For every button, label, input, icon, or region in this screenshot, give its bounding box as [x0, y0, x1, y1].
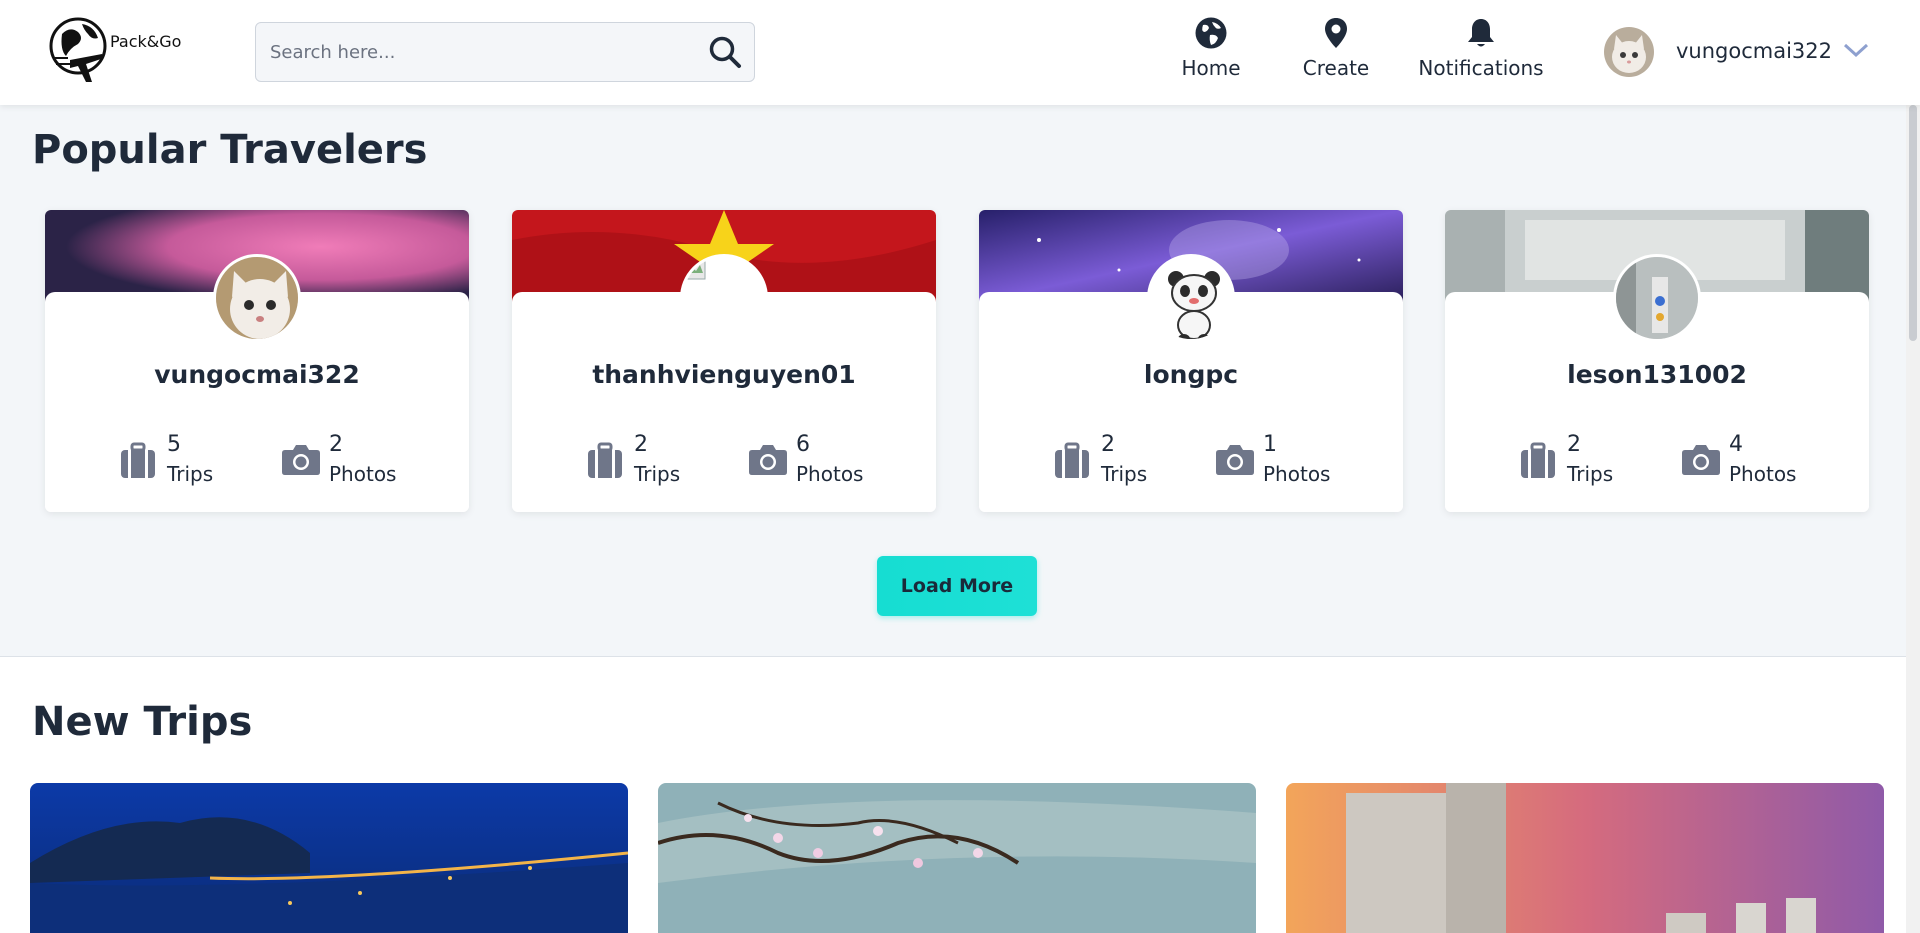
- globe-plane-logo-icon: [49, 17, 107, 82]
- trip-card[interactable]: [658, 783, 1256, 933]
- photos-label: Photos: [1263, 462, 1331, 486]
- photos-count: 6: [796, 432, 810, 457]
- trips-label: Trips: [1567, 462, 1614, 486]
- photos-count: 4: [1729, 432, 1743, 457]
- camera-icon: [749, 445, 787, 475]
- photos-label: Photos: [1729, 462, 1797, 486]
- section-title-new-trips: New Trips: [32, 699, 253, 745]
- top-navbar: Pack&Go Home Create Notifications: [0, 0, 1920, 105]
- trip-image: [1286, 783, 1884, 933]
- suitcase-icon: [1521, 442, 1555, 478]
- trips-stat: 2 Trips: [1053, 432, 1173, 492]
- user-menu[interactable]: vungocmai322: [1600, 25, 1900, 79]
- trips-label: Trips: [634, 462, 681, 486]
- new-trips-section: New Trips: [0, 657, 1920, 933]
- nav-home[interactable]: Home: [1172, 16, 1250, 90]
- camera-icon: [1682, 445, 1720, 475]
- nav-notifications[interactable]: Notifications: [1416, 16, 1546, 90]
- nav-create-label: Create: [1302, 56, 1370, 80]
- traveler-name: leson131002: [1567, 360, 1747, 389]
- username: vungocmai322: [1676, 39, 1833, 63]
- suitcase-icon: [588, 442, 622, 478]
- map-pin-icon: [1325, 18, 1347, 48]
- popular-travelers-section: Popular Travelers vungocmai322 5 Trips 2…: [0, 105, 1920, 657]
- trips-stat: 2 Trips: [1519, 432, 1639, 492]
- search-box: [255, 22, 755, 82]
- avatar: [1613, 254, 1701, 342]
- photos-stat: 4 Photos: [1681, 432, 1821, 492]
- avatar: [213, 254, 301, 342]
- load-more-button[interactable]: Load More: [877, 556, 1037, 616]
- photos-count: 1: [1263, 432, 1277, 457]
- traveler-card[interactable]: thanhvienguyen01 2 Trips 6 Photos: [512, 210, 936, 512]
- trips-label: Trips: [1101, 462, 1148, 486]
- trips-count: 2: [1101, 432, 1115, 457]
- photos-stat: 1 Photos: [1215, 432, 1355, 492]
- camera-icon: [282, 445, 320, 475]
- cat-avatar-icon: [1604, 27, 1654, 77]
- search-icon[interactable]: [708, 35, 742, 69]
- trips-stat: 5 Trips: [119, 432, 239, 492]
- photos-stat: 2 Photos: [281, 432, 421, 492]
- avatar: [680, 254, 768, 342]
- nav-create[interactable]: Create: [1296, 16, 1376, 90]
- trip-image: [30, 783, 628, 933]
- nav-notifications-label: Notifications: [1418, 56, 1544, 80]
- photos-count: 2: [329, 432, 343, 457]
- traveler-card[interactable]: vungocmai322 5 Trips 2 Photos: [45, 210, 469, 512]
- nav-home-label: Home: [1181, 56, 1241, 80]
- suitcase-icon: [121, 442, 155, 478]
- traveler-name: vungocmai322: [154, 360, 360, 389]
- traveler-card[interactable]: leson131002 2 Trips 4 Photos: [1445, 210, 1869, 512]
- trip-image: [658, 783, 1256, 933]
- trips-count: 2: [634, 432, 648, 457]
- logo[interactable]: Pack&Go: [48, 14, 198, 94]
- suitcase-icon: [1055, 442, 1089, 478]
- trip-card[interactable]: [30, 783, 628, 933]
- avatar: [1147, 254, 1235, 342]
- trips-stat: 2 Trips: [586, 432, 706, 492]
- trip-card[interactable]: [1286, 783, 1884, 933]
- trips-count: 5: [167, 432, 181, 457]
- photos-stat: 6 Photos: [748, 432, 888, 492]
- section-title-popular: Popular Travelers: [32, 127, 428, 173]
- globe-icon: [1195, 17, 1227, 49]
- trips-label: Trips: [167, 462, 214, 486]
- traveler-name: thanhvienguyen01: [592, 360, 856, 389]
- search-input[interactable]: [270, 23, 690, 81]
- photos-label: Photos: [796, 462, 864, 486]
- traveler-card[interactable]: longpc 2 Trips 1 Photos: [979, 210, 1403, 512]
- bell-icon: [1468, 19, 1494, 47]
- trips-count: 2: [1567, 432, 1581, 457]
- avatar: [1604, 27, 1654, 77]
- traveler-name: longpc: [1143, 360, 1239, 389]
- camera-icon: [1216, 445, 1254, 475]
- scrollbar-thumb[interactable]: [1909, 105, 1917, 341]
- chevron-down-icon[interactable]: [1842, 40, 1870, 60]
- photos-label: Photos: [329, 462, 397, 486]
- scrollbar[interactable]: [1906, 105, 1920, 933]
- logo-text: Pack&Go: [110, 32, 182, 51]
